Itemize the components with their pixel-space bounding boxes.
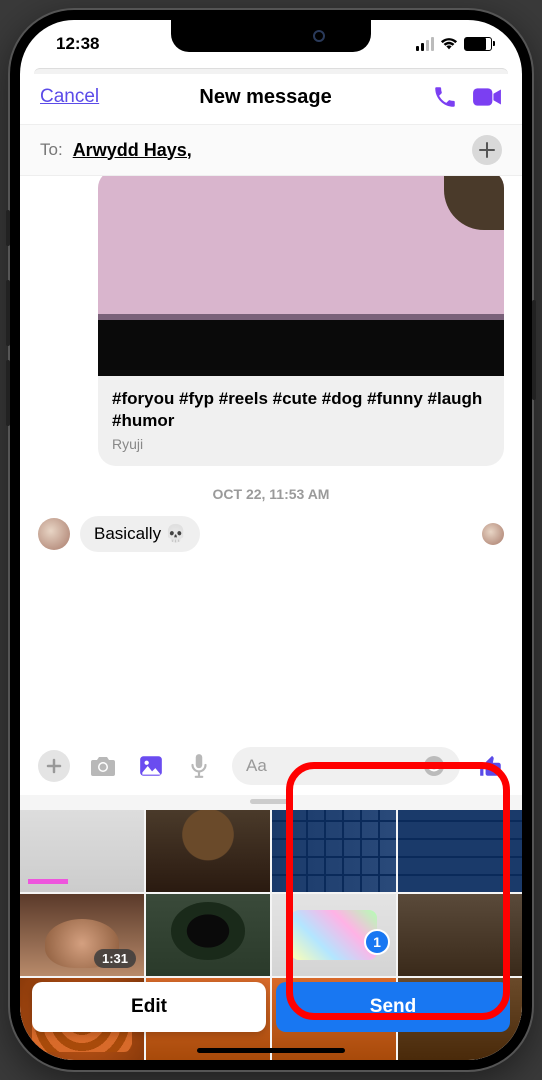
photo-thumbnail[interactable] — [272, 810, 396, 892]
edit-button[interactable]: Edit — [32, 982, 266, 1032]
plus-icon — [479, 142, 495, 158]
video-call-icon[interactable] — [472, 84, 502, 110]
photo-thumbnail[interactable] — [20, 810, 144, 892]
picker-actions: Edit Send — [32, 982, 510, 1032]
drag-handle[interactable] — [250, 799, 292, 804]
shared-card-caption: #foryou #fyp #reels #cute #dog #funny #l… — [112, 388, 490, 432]
screen: 12:38 Cancel New message — [20, 20, 522, 1060]
video-duration-badge: 1:31 — [94, 949, 136, 968]
more-actions-button[interactable] — [38, 750, 70, 782]
photo-thumbnail[interactable] — [398, 894, 522, 976]
timestamp: OCT 22, 11:53 AM — [38, 486, 504, 502]
home-indicator[interactable] — [197, 1048, 345, 1053]
volume-up — [6, 280, 10, 346]
avatar[interactable] — [38, 518, 70, 550]
message-input[interactable]: Aa — [232, 747, 460, 785]
photo-thumbnail[interactable] — [398, 810, 522, 892]
recipient-row: To: Arwydd Hays, — [20, 124, 522, 176]
wifi-icon — [440, 37, 458, 51]
header: Cancel New message — [20, 74, 522, 124]
microphone-button[interactable] — [184, 751, 214, 781]
cellular-icon — [416, 37, 434, 51]
plus-icon — [46, 758, 62, 774]
cancel-button[interactable]: Cancel — [40, 86, 99, 108]
video-thumbnail[interactable]: 1:31 — [20, 894, 144, 976]
selection-count-badge: 1 — [364, 929, 390, 955]
status-indicators — [416, 37, 492, 51]
recipient-chip[interactable]: Arwydd Hays, — [73, 140, 192, 161]
status-time: 12:38 — [56, 34, 99, 54]
read-receipt-avatar — [482, 523, 504, 545]
message-text: Basically — [94, 524, 161, 544]
shared-card-author: Ryuji — [112, 436, 490, 452]
shared-content-card[interactable]: #foryou #fyp #reels #cute #dog #funny #l… — [98, 176, 504, 466]
photo-picker: 1:31 1 Edit Send — [20, 795, 522, 1060]
battery-icon — [464, 37, 492, 51]
emoji-picker-icon[interactable] — [422, 754, 446, 778]
composer-row: Aa — [20, 737, 522, 795]
chat-area[interactable]: #foryou #fyp #reels #cute #dog #funny #l… — [20, 176, 522, 737]
photo-thumbnail-selected[interactable]: 1 — [272, 894, 396, 976]
audio-call-icon[interactable] — [432, 84, 458, 110]
to-label: To: — [40, 140, 63, 160]
send-button[interactable]: Send — [276, 982, 510, 1032]
photo-thumbnail[interactable] — [146, 810, 270, 892]
thumbs-up-button[interactable] — [478, 753, 504, 779]
camera-button[interactable] — [88, 751, 118, 781]
add-recipient-button[interactable] — [472, 135, 502, 165]
power-button — [532, 300, 536, 400]
message-bubble[interactable]: Basically 💀 — [80, 516, 200, 552]
page-title: New message — [199, 86, 331, 109]
phone-frame: 12:38 Cancel New message — [10, 10, 532, 1070]
shared-card-image — [98, 176, 504, 376]
photo-thumbnail[interactable] — [146, 894, 270, 976]
mute-switch — [6, 210, 10, 246]
gallery-button[interactable] — [136, 751, 166, 781]
notch — [171, 20, 371, 52]
skull-emoji: 💀 — [165, 524, 186, 544]
input-placeholder: Aa — [246, 756, 267, 776]
message-row: Basically 💀 — [38, 516, 504, 552]
volume-down — [6, 360, 10, 426]
